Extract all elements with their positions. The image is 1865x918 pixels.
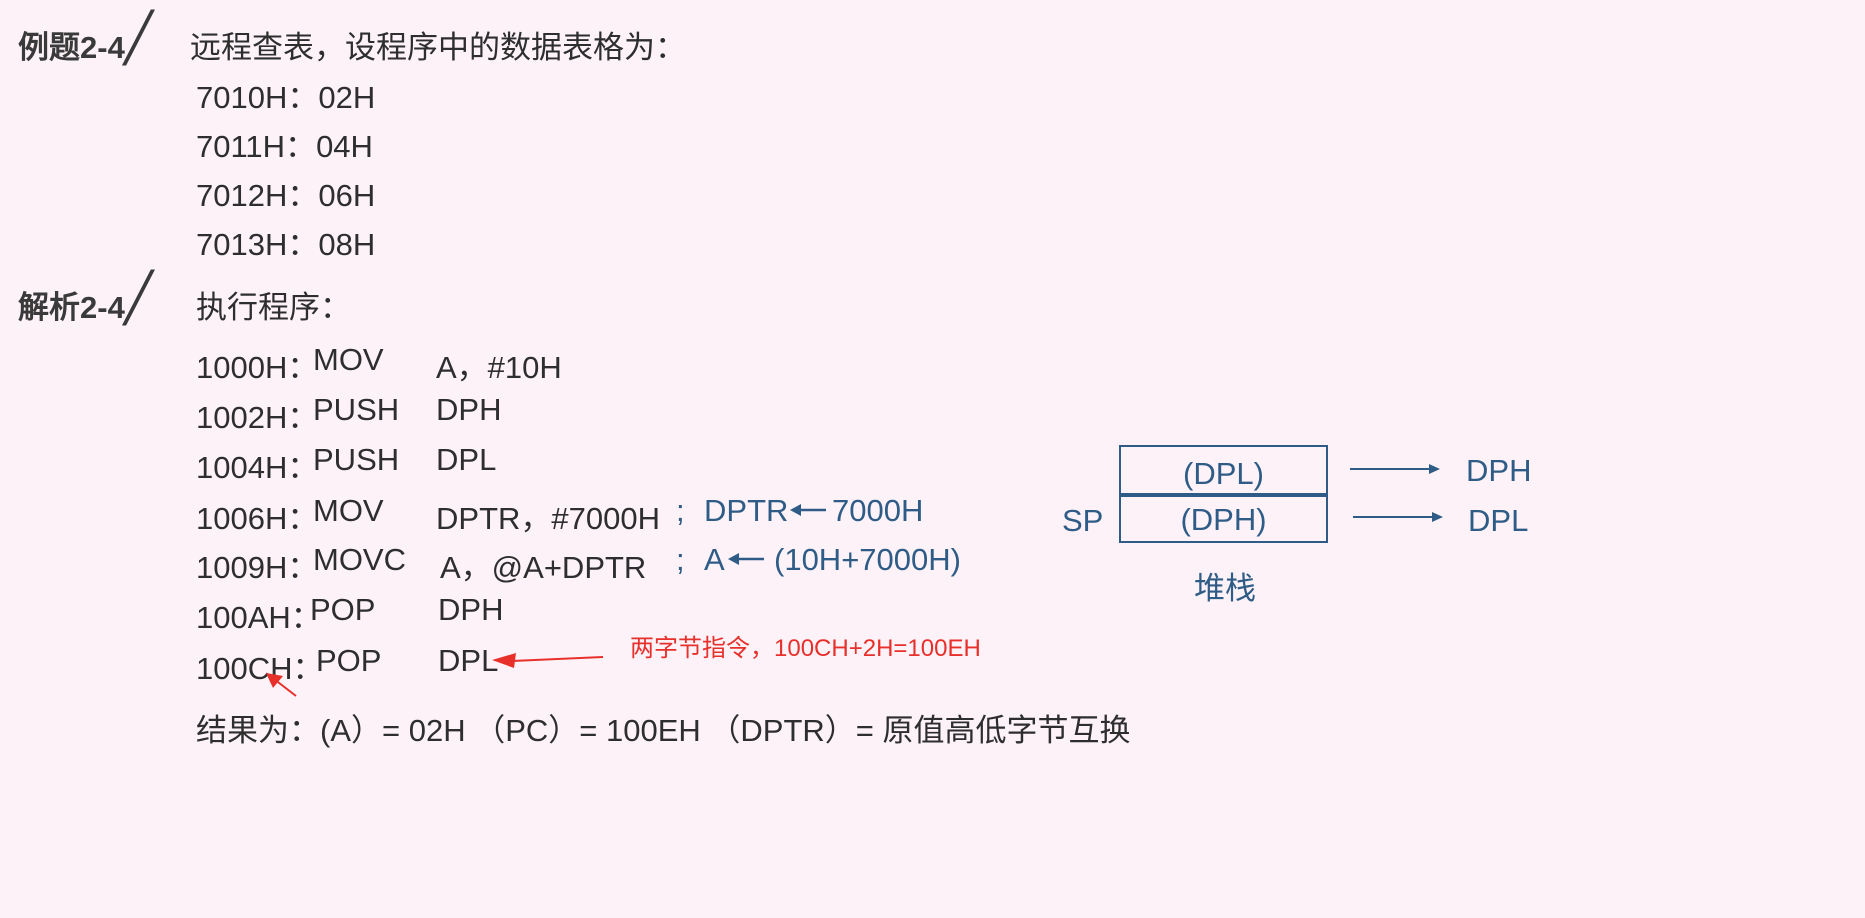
annotation-arrow-icon	[492, 653, 604, 668]
comment-semicolon: ;	[676, 542, 685, 577]
comment-semicolon: ;	[676, 493, 685, 528]
program-addr: 1009H：	[196, 550, 319, 585]
analysis-heading: 解析2-4	[18, 290, 125, 325]
table-addr: 7012H：	[196, 178, 319, 213]
program-addr: 1006H：	[196, 501, 319, 536]
left-arrow-icon	[790, 504, 826, 516]
program-args: DPH	[436, 392, 502, 427]
table-val: 04H	[316, 129, 373, 164]
program-addr: 1004H：	[196, 450, 319, 485]
comment-dptr-src: 7000H	[832, 493, 924, 528]
stack-bottom-cell: (DPH)	[1119, 493, 1328, 543]
example-description: 远程查表，设程序中的数据表格为：	[190, 30, 686, 65]
program-addr: 100AH：	[196, 600, 322, 635]
table-val: 08H	[318, 227, 376, 262]
program-args: DPL	[436, 442, 497, 477]
program-op: POP	[316, 643, 382, 678]
program-op: MOV	[313, 342, 384, 377]
table-val: 02H	[318, 80, 376, 115]
stack-top-cell: (DPL)	[1119, 445, 1328, 497]
table-row: 7013H：08H	[196, 219, 375, 264]
heading-slash-1: ╱	[124, 12, 153, 65]
heading-slash-2: ╱	[124, 272, 153, 325]
stack-caption: 堆栈	[1194, 571, 1256, 606]
table-addr: 7011H：	[196, 129, 317, 164]
program-args: A，@A+DPTR	[440, 550, 647, 585]
program-op: POP	[310, 592, 376, 627]
program-args: DPH	[438, 592, 504, 627]
table-addr: 7010H：	[196, 80, 319, 115]
left-arrow-icon	[728, 553, 764, 565]
program-op: MOV	[313, 493, 384, 528]
program-addr: 1002H：	[196, 400, 319, 435]
program-addr: 100CH：	[196, 651, 324, 686]
table-row: 7011H：04H	[196, 121, 373, 166]
comment-a-dest: A	[704, 542, 725, 577]
stack-pointer-label: SP	[1062, 503, 1104, 538]
table-val: 06H	[318, 178, 376, 213]
comment-dptr-dest: DPTR	[704, 493, 789, 528]
program-op: PUSH	[313, 392, 400, 427]
stack-top-output: DPH	[1466, 453, 1532, 488]
comment-a-src: (10H+7000H)	[774, 542, 961, 577]
program-op: PUSH	[313, 442, 400, 477]
stack-bottom-output: DPL	[1468, 503, 1529, 538]
program-op: MOVC	[313, 542, 406, 577]
right-arrow-icon	[1353, 512, 1443, 522]
table-row: 7012H：06H	[196, 170, 375, 215]
program-args: DPTR，#7000H	[436, 501, 660, 536]
right-arrow-icon	[1350, 464, 1440, 474]
program-addr: 1000H：	[196, 350, 319, 385]
table-addr: 7013H：	[196, 227, 319, 262]
program-args: A，#10H	[436, 350, 562, 385]
analysis-label: 执行程序：	[196, 290, 351, 325]
annotation-arrow-icon	[266, 673, 297, 697]
example-heading: 例题2-4	[18, 30, 125, 65]
annotation-text: 两字节指令，100CH+2H=100EH	[630, 635, 981, 662]
result-line: 结果为：(A）= 02H （PC）= 100EH （DPTR）= 原值高低字节互…	[196, 713, 1131, 748]
table-row: 7010H：02H	[196, 72, 375, 117]
